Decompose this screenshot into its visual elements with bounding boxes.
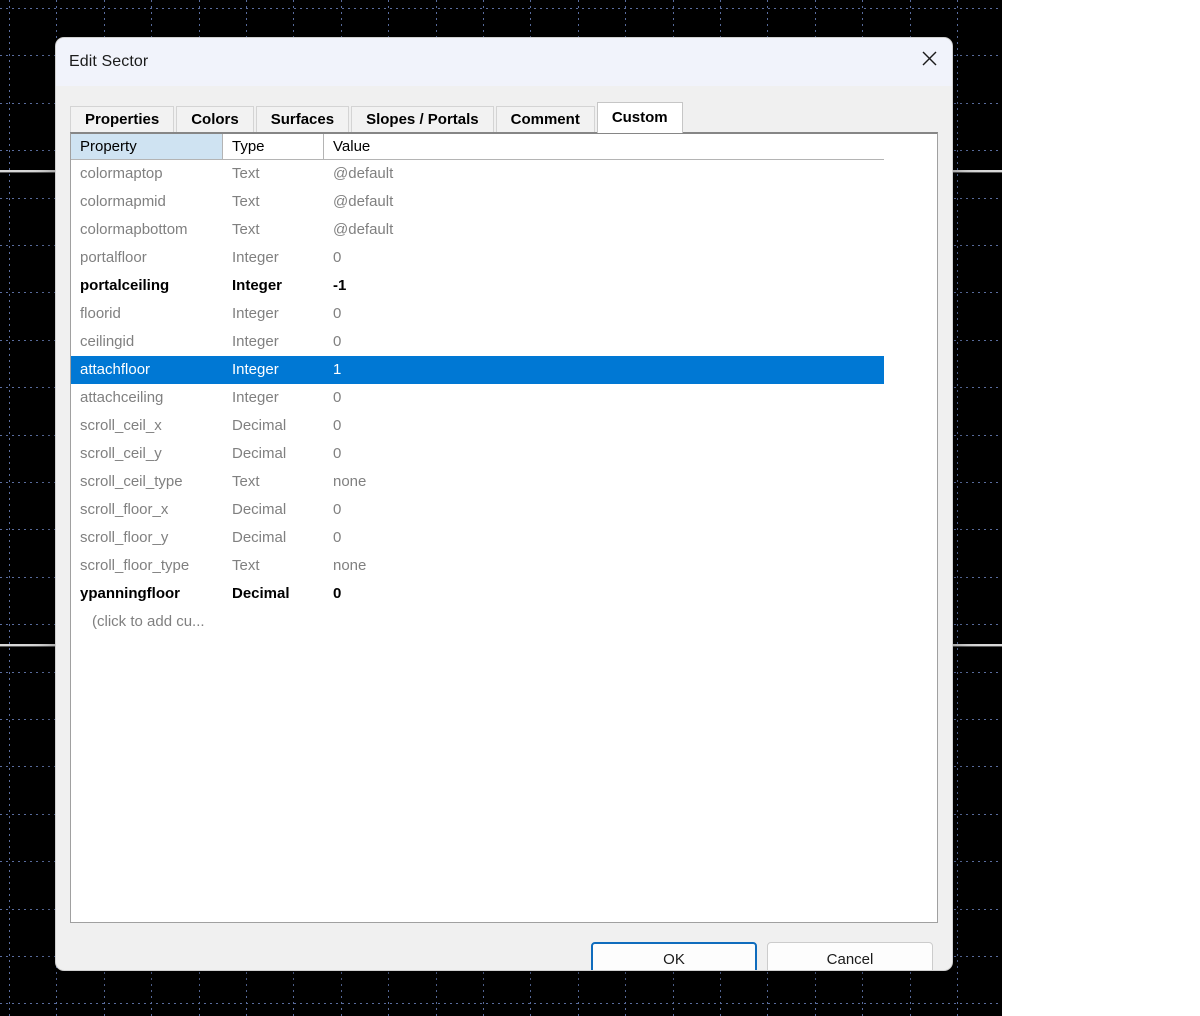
- cell-value[interactable]: 0: [324, 412, 884, 440]
- cell-value[interactable]: 0: [324, 580, 884, 608]
- cell-type[interactable]: Decimal: [223, 524, 324, 552]
- dialog-titlebar: Edit Sector: [56, 38, 952, 86]
- cell-value[interactable]: 0: [324, 328, 884, 356]
- close-icon[interactable]: [906, 38, 952, 78]
- tab-surfaces[interactable]: Surfaces: [255, 106, 350, 132]
- cell-value[interactable]: 0: [324, 440, 884, 468]
- table-row[interactable]: ceilingid Integer 0: [71, 328, 884, 356]
- tab-custom[interactable]: Custom: [596, 102, 683, 133]
- cell-type[interactable]: Text: [223, 188, 324, 216]
- table-row[interactable]: ypanningfloor Decimal 0: [71, 580, 884, 608]
- cell-value[interactable]: @default: [324, 160, 884, 188]
- grid-header-row: Property Type Value: [71, 134, 884, 160]
- table-row[interactable]: colormapmid Text @default: [71, 188, 884, 216]
- tab-slopes-portals[interactable]: Slopes / Portals: [351, 106, 494, 132]
- add-custom-property-row[interactable]: (click to add cu...: [71, 608, 884, 636]
- cell-value[interactable]: 0: [324, 300, 884, 328]
- cell-property[interactable]: ceilingid: [71, 328, 223, 356]
- dialog-footer: OK Cancel: [56, 923, 952, 970]
- properties-grid[interactable]: Property Type Value colormaptop Text @defa…: [71, 134, 884, 636]
- cell-type[interactable]: Integer: [223, 300, 324, 328]
- dialog-title: Edit Sector: [69, 53, 149, 70]
- column-header-value[interactable]: Value: [324, 134, 884, 159]
- cell-value[interactable]: none: [324, 468, 884, 496]
- cell-type[interactable]: Text: [223, 160, 324, 188]
- cell-property[interactable]: colormapbottom: [71, 216, 223, 244]
- cell-value[interactable]: 0: [324, 244, 884, 272]
- cell-property[interactable]: colormaptop: [71, 160, 223, 188]
- cell-type[interactable]: Text: [223, 216, 324, 244]
- cell-property[interactable]: attachceiling: [71, 384, 223, 412]
- add-custom-property-label[interactable]: (click to add cu...: [71, 608, 223, 636]
- cell-type[interactable]: Integer: [223, 384, 324, 412]
- cell-property[interactable]: scroll_ceil_x: [71, 412, 223, 440]
- tab-colors[interactable]: Colors: [176, 106, 254, 132]
- table-row[interactable]: attachceiling Integer 0: [71, 384, 884, 412]
- cell-type[interactable]: Integer: [223, 244, 324, 272]
- column-header-property[interactable]: Property: [71, 134, 223, 159]
- edit-sector-dialog: Edit Sector Properties Colors Surfaces Slop…: [56, 38, 952, 970]
- table-row[interactable]: scroll_floor_type Text none: [71, 552, 884, 580]
- table-row[interactable]: colormaptop Text @default: [71, 160, 884, 188]
- cell-type[interactable]: Decimal: [223, 496, 324, 524]
- cell-property[interactable]: scroll_floor_type: [71, 552, 223, 580]
- cell-type[interactable]: Decimal: [223, 440, 324, 468]
- table-row[interactable]: portalceiling Integer -1: [71, 272, 884, 300]
- cell-value[interactable]: 1: [324, 356, 884, 384]
- cell-property[interactable]: scroll_floor_y: [71, 524, 223, 552]
- cell-property[interactable]: scroll_floor_x: [71, 496, 223, 524]
- cell-value[interactable]: 0: [324, 496, 884, 524]
- tab-properties[interactable]: Properties: [70, 106, 175, 132]
- cell-type[interactable]: Integer: [223, 328, 324, 356]
- cell-property[interactable]: colormapmid: [71, 188, 223, 216]
- cell-property[interactable]: floorid: [71, 300, 223, 328]
- cell-value[interactable]: 0: [324, 384, 884, 412]
- table-row[interactable]: scroll_ceil_y Decimal 0: [71, 440, 884, 468]
- table-row[interactable]: floorid Integer 0: [71, 300, 884, 328]
- cell-type[interactable]: Text: [223, 468, 324, 496]
- table-row[interactable]: scroll_ceil_x Decimal 0: [71, 412, 884, 440]
- cell-value[interactable]: 0: [324, 524, 884, 552]
- cell-property[interactable]: scroll_ceil_type: [71, 468, 223, 496]
- cell-property[interactable]: portalceiling: [71, 272, 223, 300]
- cell-property[interactable]: portalfloor: [71, 244, 223, 272]
- cell-property[interactable]: ypanningfloor: [71, 580, 223, 608]
- cell-type[interactable]: Decimal: [223, 580, 324, 608]
- cell-value[interactable]: none: [324, 552, 884, 580]
- table-row[interactable]: scroll_floor_x Decimal 0: [71, 496, 884, 524]
- table-row[interactable]: scroll_ceil_type Text none: [71, 468, 884, 496]
- dialog-body: Properties Colors Surfaces Slopes / Portals…: [56, 86, 952, 970]
- tab-comment[interactable]: Comment: [495, 106, 595, 132]
- cell-property[interactable]: attachfloor: [71, 356, 223, 384]
- custom-properties-panel: Property Type Value colormaptop Text @defa…: [70, 132, 938, 923]
- ok-button[interactable]: OK: [591, 942, 757, 970]
- cell-type[interactable]: Decimal: [223, 412, 324, 440]
- table-row[interactable]: colormapbottom Text @default: [71, 216, 884, 244]
- cell-value[interactable]: -1: [324, 272, 884, 300]
- table-row[interactable]: attachfloor Integer 1: [71, 356, 884, 384]
- cell-value[interactable]: @default: [324, 188, 884, 216]
- cancel-button[interactable]: Cancel: [767, 942, 933, 970]
- cell-property[interactable]: scroll_ceil_y: [71, 440, 223, 468]
- cell-type[interactable]: Text: [223, 552, 324, 580]
- column-header-type[interactable]: Type: [223, 134, 324, 159]
- cell-type[interactable]: Integer: [223, 272, 324, 300]
- tab-strip: Properties Colors Surfaces Slopes / Portals…: [70, 100, 952, 133]
- table-row[interactable]: scroll_floor_y Decimal 0: [71, 524, 884, 552]
- cell-type[interactable]: Integer: [223, 356, 324, 384]
- grid-rows: colormaptop Text @default colormapmid Text @d…: [71, 160, 884, 636]
- cell-value[interactable]: @default: [324, 216, 884, 244]
- table-row[interactable]: portalfloor Integer 0: [71, 244, 884, 272]
